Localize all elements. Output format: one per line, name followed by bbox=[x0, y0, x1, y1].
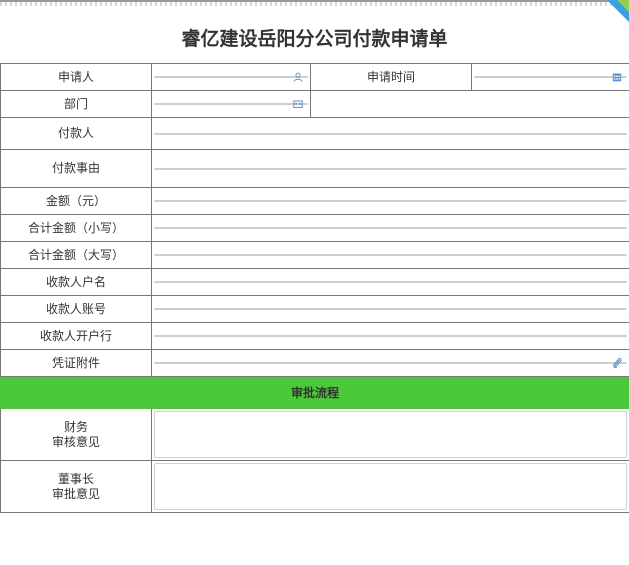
calendar-icon[interactable] bbox=[612, 72, 622, 82]
chairman-opinion-textarea[interactable] bbox=[154, 463, 627, 510]
payee-bank-input[interactable] bbox=[154, 335, 627, 337]
reason-cell bbox=[151, 149, 629, 188]
total-upper-cell bbox=[151, 241, 629, 269]
payee-name-cell bbox=[151, 268, 629, 296]
applicant-cell bbox=[151, 63, 311, 91]
payee-bank-label: 收款人开户行 bbox=[0, 322, 152, 350]
payer-input[interactable] bbox=[154, 132, 627, 135]
total-lower-input[interactable] bbox=[154, 227, 627, 229]
department-cell bbox=[151, 90, 311, 118]
department-input[interactable] bbox=[154, 100, 308, 108]
total-lower-cell bbox=[151, 214, 629, 242]
department-label: 部门 bbox=[0, 90, 152, 118]
finance-label-line1: 财务 bbox=[63, 419, 88, 434]
attachment-cell bbox=[151, 349, 629, 377]
payee-name-input[interactable] bbox=[154, 281, 627, 283]
finance-opinion-textarea[interactable] bbox=[154, 411, 627, 458]
payment-request-form: 申请人 申请时间 部门 付款人 付款事由 金额（元） 合计金额（小写） 合计金额… bbox=[0, 63, 629, 513]
amount-input[interactable] bbox=[154, 200, 627, 202]
empty-cell bbox=[310, 90, 629, 118]
amount-cell bbox=[151, 187, 629, 215]
payee-name-label: 收款人户名 bbox=[0, 268, 152, 296]
payee-account-cell bbox=[151, 295, 629, 323]
applicant-label: 申请人 bbox=[0, 63, 152, 91]
chairman-opinion-label: 董事长 审批意见 bbox=[0, 460, 152, 513]
payee-account-label: 收款人账号 bbox=[0, 295, 152, 323]
apply-time-input[interactable] bbox=[474, 73, 627, 82]
payer-cell bbox=[151, 117, 629, 150]
paperclip-icon[interactable] bbox=[612, 357, 622, 369]
org-icon[interactable] bbox=[293, 99, 303, 109]
finance-opinion-label: 财务 审核意见 bbox=[0, 408, 152, 461]
reason-label: 付款事由 bbox=[0, 149, 152, 188]
reason-textarea[interactable] bbox=[154, 167, 627, 170]
total-lower-label: 合计金额（小写） bbox=[0, 214, 152, 242]
payee-bank-cell bbox=[151, 322, 629, 350]
apply-time-cell bbox=[471, 63, 629, 91]
attachment-upload[interactable] bbox=[154, 358, 627, 369]
payer-label: 付款人 bbox=[0, 117, 152, 150]
finance-opinion-cell bbox=[151, 408, 629, 461]
total-upper-label: 合计金额（大写） bbox=[0, 241, 152, 269]
finance-label-line2: 审核意见 bbox=[51, 434, 100, 449]
corner-decoration-inner bbox=[617, 0, 629, 12]
attachment-label: 凭证附件 bbox=[0, 349, 152, 377]
apply-time-label: 申请时间 bbox=[310, 63, 472, 91]
amount-label: 金额（元） bbox=[0, 187, 152, 215]
approval-section-header: 审批流程 bbox=[0, 376, 629, 409]
applicant-input[interactable] bbox=[154, 72, 308, 82]
top-dashed-bar bbox=[0, 0, 629, 6]
user-icon[interactable] bbox=[293, 72, 303, 82]
chairman-label-line1: 董事长 bbox=[57, 471, 94, 486]
payee-account-input[interactable] bbox=[154, 308, 627, 310]
chairman-opinion-cell bbox=[151, 460, 629, 513]
chairman-label-line2: 审批意见 bbox=[51, 486, 100, 501]
total-upper-input[interactable] bbox=[154, 254, 627, 256]
form-title: 睿亿建设岳阳分公司付款申请单 bbox=[181, 28, 448, 50]
